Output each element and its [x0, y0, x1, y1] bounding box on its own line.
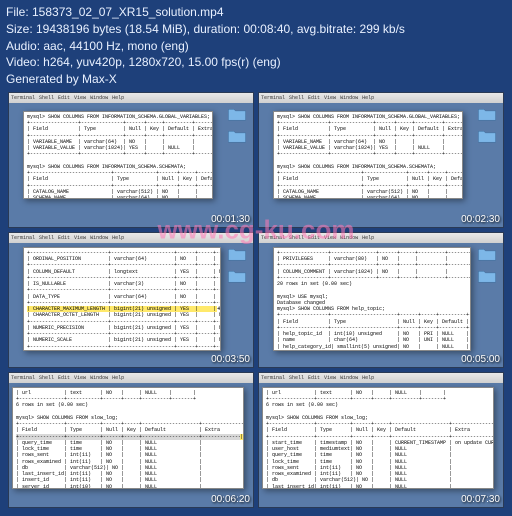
folder-icon[interactable]: [227, 107, 247, 121]
menubar-item[interactable]: Shell: [39, 235, 54, 241]
menubar-item[interactable]: Shell: [289, 375, 304, 381]
video-info-header: File: 158373_02_07_XR15_solution.mp4 Siz…: [0, 0, 512, 92]
terminal-output: | url | text | NO | | NULL | | +--------…: [263, 388, 493, 489]
menubar-item[interactable]: Shell: [289, 235, 304, 241]
mac-menubar: Terminal Shell Edit View Window Help: [9, 233, 253, 243]
menubar-item[interactable]: Edit: [58, 235, 70, 241]
menubar-item[interactable]: Edit: [308, 235, 320, 241]
folder-icon[interactable]: [227, 129, 247, 143]
folder-icon[interactable]: [227, 247, 247, 261]
menubar-item[interactable]: View: [74, 95, 86, 101]
menubar-item[interactable]: Shell: [289, 95, 304, 101]
menubar-item[interactable]: Window: [90, 235, 108, 241]
menubar-item[interactable]: Window: [90, 95, 108, 101]
mac-menubar: Terminal Shell Edit View Window Help: [259, 373, 503, 383]
timestamp-label: 00:01:30: [211, 214, 250, 225]
desktop-area: mysql> SHOW COLUMNS FROM INFORMATION_SCH…: [9, 103, 253, 227]
menubar-item[interactable]: Window: [90, 375, 108, 381]
terminal-output: +----------------+---------------+------…: [274, 248, 470, 351]
desktop-area: +--------------------------+------------…: [9, 243, 253, 367]
menubar-item[interactable]: Help: [362, 375, 374, 381]
menubar-item[interactable]: Help: [112, 95, 124, 101]
menubar-item[interactable]: Shell: [39, 375, 54, 381]
menubar-item[interactable]: View: [74, 375, 86, 381]
desktop-area: +----------------+---------------+------…: [259, 243, 503, 367]
menubar-item[interactable]: Window: [340, 375, 358, 381]
menubar-item[interactable]: Help: [112, 375, 124, 381]
menubar-item[interactable]: Terminal: [11, 375, 35, 381]
thumbnail-pane: Terminal Shell Edit View Window Help mysql> SH…: [8, 92, 254, 228]
menubar-item[interactable]: View: [324, 375, 336, 381]
terminal-window[interactable]: mysql> SHOW COLUMNS FROM INFORMATION_SCH…: [23, 111, 213, 199]
file-line: File: 158373_02_07_XR15_solution.mp4: [6, 4, 506, 21]
terminal-window[interactable]: | url | text | NO | | NULL | | +--------…: [262, 387, 494, 489]
generated-line: Generated by Max-X: [6, 71, 506, 88]
menubar-item[interactable]: View: [74, 235, 86, 241]
menubar-item[interactable]: Terminal: [261, 95, 285, 101]
menubar-item[interactable]: Edit: [308, 375, 320, 381]
desktop-area: | url | text | NO | | NULL | | +--------…: [259, 383, 503, 507]
thumbnail-pane: Terminal Shell Edit View Window Help +--------…: [258, 232, 504, 368]
menubar-item[interactable]: View: [324, 235, 336, 241]
desktop-area: mysql> SHOW COLUMNS FROM INFORMATION_SCH…: [259, 103, 503, 227]
mac-menubar: Terminal Shell Edit View Window Help: [259, 93, 503, 103]
terminal-output: mysql> SHOW COLUMNS FROM INFORMATION_SCH…: [274, 112, 462, 199]
desktop-area: | url | text | NO | | NULL | | +--------…: [9, 383, 253, 507]
folder-icon[interactable]: [477, 247, 497, 261]
audio-line: Audio: aac, 44100 Hz, mono (eng): [6, 38, 506, 55]
thumbnail-pane: Terminal Shell Edit View Window Help mysql> SH…: [258, 92, 504, 228]
timestamp-label: 00:06:20: [211, 494, 250, 505]
menubar-item[interactable]: Window: [340, 235, 358, 241]
thumbnail-grid: Terminal Shell Edit View Window Help mysql> SH…: [0, 92, 512, 516]
timestamp-label: 00:07:30: [461, 494, 500, 505]
video-line: Video: h264, yuv420p, 1280x720, 15.00 fp…: [6, 54, 506, 71]
terminal-window[interactable]: +--------------------------+------------…: [23, 247, 221, 351]
terminal-window[interactable]: mysql> SHOW COLUMNS FROM INFORMATION_SCH…: [273, 111, 463, 199]
folder-icon[interactable]: [227, 269, 247, 283]
mac-menubar: Terminal Shell Edit View Window Help: [9, 93, 253, 103]
thumbnail-pane: Terminal Shell Edit View Window Help +--------…: [8, 232, 254, 368]
menubar-item[interactable]: Shell: [39, 95, 54, 101]
timestamp-label: 00:05:00: [461, 354, 500, 365]
menubar-item[interactable]: Edit: [58, 375, 70, 381]
folder-icon[interactable]: [477, 129, 497, 143]
menubar-item[interactable]: View: [324, 95, 336, 101]
menubar-item[interactable]: Edit: [58, 95, 70, 101]
thumbnail-pane: Terminal Shell Edit View Window Help | url | t…: [8, 372, 254, 508]
terminal-output: | url | text | NO | | NULL | | +--------…: [13, 388, 243, 489]
terminal-window[interactable]: | url | text | NO | | NULL | | +--------…: [12, 387, 244, 489]
folder-icon[interactable]: [477, 269, 497, 283]
mac-menubar: Terminal Shell Edit View Window Help: [9, 373, 253, 383]
terminal-output: +--------------------------+------------…: [24, 248, 220, 351]
terminal-window[interactable]: +----------------+---------------+------…: [273, 247, 471, 351]
menubar-item[interactable]: Window: [340, 95, 358, 101]
folder-icon[interactable]: [477, 107, 497, 121]
menubar-item[interactable]: Help: [362, 95, 374, 101]
menubar-item[interactable]: Help: [112, 235, 124, 241]
menubar-item[interactable]: Edit: [308, 95, 320, 101]
menubar-item[interactable]: Terminal: [261, 375, 285, 381]
timestamp-label: 00:02:30: [461, 214, 500, 225]
menubar-item[interactable]: Terminal: [11, 235, 35, 241]
menubar-item[interactable]: Terminal: [261, 235, 285, 241]
terminal-output: mysql> SHOW COLUMNS FROM INFORMATION_SCH…: [24, 112, 212, 199]
mac-menubar: Terminal Shell Edit View Window Help: [259, 233, 503, 243]
timestamp-label: 00:03:50: [211, 354, 250, 365]
size-line: Size: 19438196 bytes (18.54 MiB), durati…: [6, 21, 506, 38]
menubar-item[interactable]: Terminal: [11, 95, 35, 101]
thumbnail-pane: Terminal Shell Edit View Window Help | url | t…: [258, 372, 504, 508]
menubar-item[interactable]: Help: [362, 235, 374, 241]
